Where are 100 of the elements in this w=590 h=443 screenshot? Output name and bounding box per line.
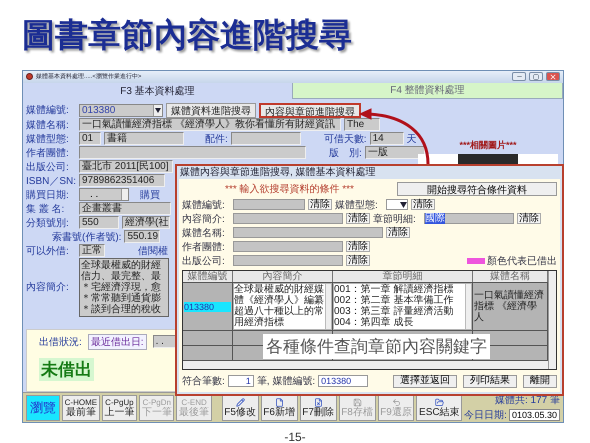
field-label: 今日日期: <box>464 408 507 422</box>
dialog-title: 媒體內容與章節進階搜尋, 媒體基本資料處理 <box>179 166 377 179</box>
field-label: 媒體名稱: <box>182 226 226 240</box>
text-field[interactable]: 9789862351406 <box>79 174 165 188</box>
column-header: 媒體編號 <box>183 271 233 282</box>
clear-button[interactable]: 清除 <box>386 227 410 238</box>
field-label: 分類號別: <box>26 216 70 230</box>
date-field[interactable]: 0103.05.30 <box>508 409 560 421</box>
search-button[interactable]: 內容與章節進階搜尋 <box>259 102 361 118</box>
text-field[interactable] <box>230 132 301 146</box>
slide-title: 圖書章節內容進階搜尋 <box>22 14 352 56</box>
maximize-icon[interactable] <box>529 72 543 82</box>
table-cell[interactable]: 013380 <box>184 302 231 312</box>
down-arrow-icon <box>155 108 161 113</box>
clear-button[interactable]: 清除 <box>411 199 435 210</box>
field-label: 筆, 媒體編號: <box>256 374 316 388</box>
search-field[interactable] <box>233 255 343 266</box>
field-label: 內容簡介: <box>26 280 70 294</box>
search-field[interactable] <box>233 213 343 224</box>
text-field[interactable]: 550.19 <box>124 230 160 244</box>
text-field[interactable]: The <box>344 118 380 132</box>
text-field[interactable]: 企畫叢書 <box>79 202 171 216</box>
clear-button[interactable]: 清除 <box>308 199 332 210</box>
field-label: 購買 <box>140 188 160 202</box>
spin-arrows-icon <box>121 189 128 200</box>
text-field[interactable]: 經濟學(社 <box>122 216 170 230</box>
column-header: 媒體名稱 <box>473 271 548 282</box>
horizontal-scrollbar[interactable] <box>183 361 548 369</box>
toolbar-button[interactable]: C-PgUp 上一筆 <box>102 394 138 420</box>
caption-text: 各種條件查詢章節內容關鍵字 <box>263 334 490 359</box>
search-field[interactable] <box>233 199 305 210</box>
clear-button[interactable]: 清除 <box>517 213 541 224</box>
field-label: 章節明細: <box>373 212 417 226</box>
loan-status: 未借出 <box>39 358 94 381</box>
toolbar-button[interactable]: 瀏覽 <box>26 394 60 420</box>
dialog-button[interactable]: 列印結果 <box>463 374 517 388</box>
dialog-button[interactable]: 選擇並返回 <box>393 374 457 388</box>
scrollbar[interactable] <box>465 284 471 329</box>
clear-button[interactable]: 清除 <box>346 255 370 266</box>
field-label: 購買日期: <box>26 188 70 202</box>
folder-icon <box>434 398 444 406</box>
tab[interactable]: F4 整體資料處理 <box>293 82 563 99</box>
field-label: 索書號(作者號): <box>52 230 122 244</box>
toolbar-button[interactable]: F6新增 <box>260 394 298 420</box>
document-icon <box>274 398 284 406</box>
vertical-scrollbar[interactable] <box>548 271 556 369</box>
app-icon <box>26 73 33 80</box>
text-field[interactable]: 01 <box>79 132 101 146</box>
text-field[interactable]: 一版 <box>364 146 425 160</box>
close-icon[interactable] <box>546 72 560 82</box>
type-dropdown[interactable] <box>386 199 408 210</box>
count-field: 1 <box>228 375 254 387</box>
clear-button[interactable]: 清除 <box>346 241 370 252</box>
description-box[interactable]: 全球最權威的財經 信力、最完整、最 ＊宅經濟浮現，愈 ＊常常聽到通貨膨 ＊談到合理的稅收 <box>79 258 169 317</box>
text-field[interactable] <box>79 146 306 160</box>
field-label: 配件: <box>205 132 228 146</box>
page-number: -15- <box>284 430 306 443</box>
id-field: 013380 <box>318 375 368 387</box>
text-field[interactable]: 一口氣讀懂經濟指標 《經濟學人》教你看懂所有財經資訊 <box>79 118 341 132</box>
dialog-button[interactable]: 離開 <box>523 374 557 388</box>
clear-button[interactable]: 清除 <box>346 213 370 224</box>
chapter-box[interactable]: 001：第一章 解讀經濟指標 002：第二章 基本準備工作 003：第三章 評量經濟活動 004：第四章 成長 <box>334 284 471 329</box>
field-label: 媒體型態: <box>26 132 70 146</box>
text-field[interactable]: 14 <box>370 132 404 146</box>
text-field[interactable]: 書籍 <box>104 132 184 146</box>
field-label: 出版公司: <box>182 254 226 268</box>
text-field[interactable]: 臺北市 2011[民100] <box>79 160 173 174</box>
field-label: 媒體名稱: <box>26 118 70 132</box>
search-button[interactable]: 媒體資料進階搜尋 <box>166 102 256 118</box>
date-spinner[interactable]: . . <box>79 188 129 202</box>
table-cell-text: 一口氣讀懂經濟指標 《經濟學人 <box>474 290 545 323</box>
field-label: 媒體型態: <box>335 198 379 212</box>
scrollbar[interactable] <box>325 284 331 329</box>
field-label: 媒體編號: <box>182 198 226 212</box>
text-field[interactable]: 正常 <box>79 244 105 258</box>
toolbar-button[interactable]: ESC結束 <box>416 394 462 420</box>
toolbar-button[interactable]: C-HOME 最前筆 <box>62 394 100 420</box>
toolbar-button[interactable]: F5修改 <box>222 394 259 420</box>
undo-icon <box>392 398 400 406</box>
field-label: 天 <box>406 132 417 146</box>
column-header: 內容簡介 <box>233 271 333 282</box>
field-label: 符合筆數: <box>182 375 225 388</box>
field-label: 最近借出日: <box>88 334 147 350</box>
dialog-heading: *** 輸入欲搜尋資料的條件 *** <box>224 182 355 196</box>
field-label: 可借天數: <box>324 132 367 146</box>
dropdown-field[interactable]: 013380 <box>79 104 163 117</box>
field-label: 作者團體: <box>182 240 226 254</box>
search-field[interactable]: 國際 <box>424 213 514 224</box>
content-box[interactable]: 全球最權威的財經媒體《經濟學人》編纂超過八十種以上的常用經濟指標 <box>234 284 331 329</box>
toolbar-button[interactable]: F7刪除 <box>300 394 337 420</box>
field-label: 集 叢 名: <box>26 202 66 216</box>
search-button[interactable]: 開始搜尋符合條件資料 <box>397 182 557 196</box>
field-label: 媒體編號: <box>26 104 70 118</box>
text-field[interactable]: 550 <box>79 216 119 230</box>
picture-heading: ***相關圖片*** <box>459 138 516 152</box>
legend-text: 顏色代表已借出 <box>487 254 557 268</box>
field-label: 內容簡介: <box>182 212 226 226</box>
pencil-icon <box>236 398 245 406</box>
search-field[interactable] <box>233 241 343 252</box>
search-field[interactable] <box>233 227 383 238</box>
